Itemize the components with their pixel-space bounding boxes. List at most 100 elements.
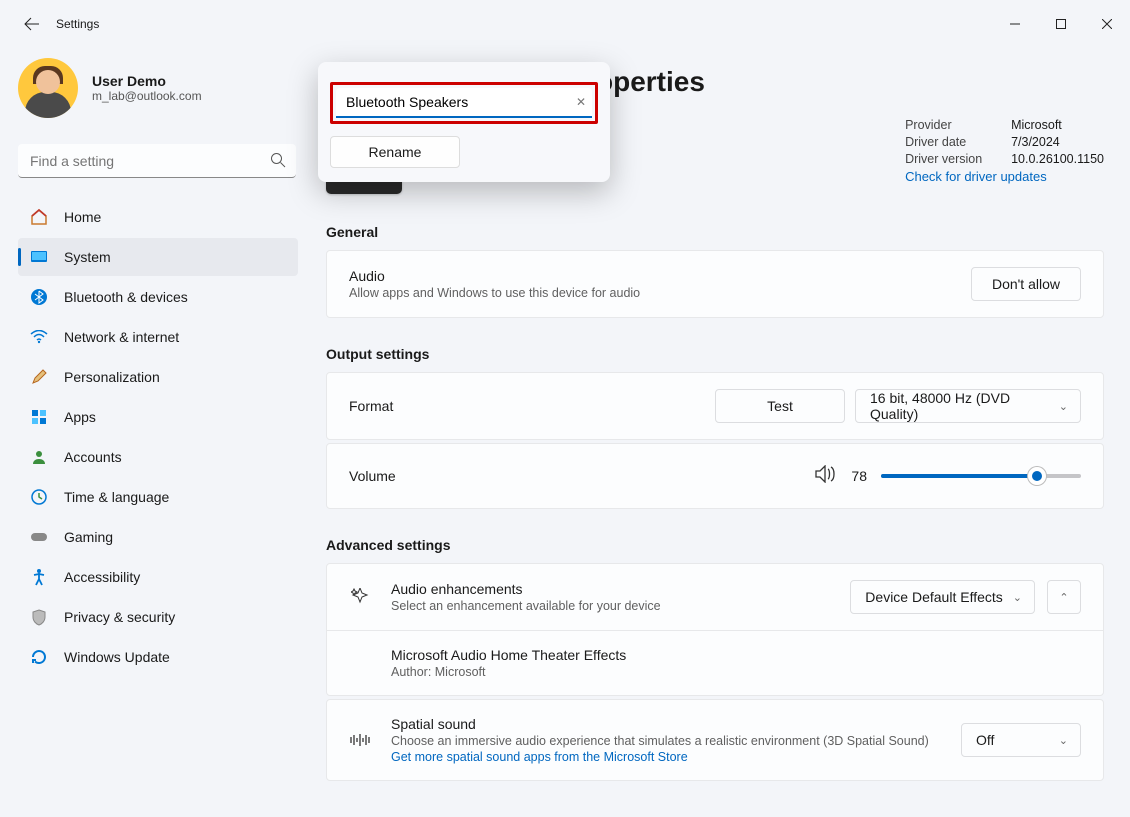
window-title: Settings — [56, 17, 99, 31]
minimize-button[interactable] — [992, 8, 1038, 40]
speaker-icon[interactable] — [815, 465, 837, 488]
search-icon — [270, 152, 286, 173]
provider-label: Provider — [905, 118, 995, 132]
audio-title: Audio — [349, 268, 640, 284]
arrow-left-icon — [24, 16, 40, 32]
spatial-desc: Choose an immersive audio experience tha… — [391, 734, 929, 748]
sidebar-item-accessibility[interactable]: Accessibility — [18, 558, 298, 596]
sidebar-item-gaming[interactable]: Gaming — [18, 518, 298, 556]
enhancements-title: Audio enhancements — [391, 581, 661, 597]
theater-title: Microsoft Audio Home Theater Effects — [391, 647, 626, 663]
sidebar-item-time[interactable]: Time & language — [18, 478, 298, 516]
sidebar-item-label: Windows Update — [64, 649, 170, 665]
sidebar-item-home[interactable]: Home — [18, 198, 298, 236]
section-general-label: General — [326, 224, 1104, 240]
system-icon — [30, 248, 48, 266]
driver-date-label: Driver date — [905, 135, 995, 149]
clear-icon[interactable]: ✕ — [576, 95, 586, 109]
sidebar-item-label: Privacy & security — [64, 609, 175, 625]
spatial-title: Spatial sound — [391, 716, 929, 732]
sidebar-item-label: Home — [64, 209, 101, 225]
sidebar-item-label: Bluetooth & devices — [64, 289, 188, 305]
card-audio: Audio Allow apps and Windows to use this… — [326, 250, 1104, 318]
sidebar-item-accounts[interactable]: Accounts — [18, 438, 298, 476]
volume-slider[interactable] — [881, 474, 1081, 478]
sidebar-item-label: Personalization — [64, 369, 160, 385]
driver-version-value: 10.0.26100.1150 — [1011, 152, 1104, 166]
shield-icon — [30, 608, 48, 626]
sidebar-item-label: Apps — [64, 409, 96, 425]
section-advanced-label: Advanced settings — [326, 537, 1104, 553]
sidebar-item-label: Time & language — [64, 489, 169, 505]
sidebar-item-label: Accessibility — [64, 569, 140, 585]
user-email: m_lab@outlook.com — [92, 89, 202, 103]
enhancements-value: Device Default Effects — [865, 589, 1002, 605]
sidebar-item-label: Network & internet — [64, 329, 179, 345]
home-icon — [30, 208, 48, 226]
provider-value: Microsoft — [1011, 118, 1062, 132]
audio-desc: Allow apps and Windows to use this devic… — [349, 286, 640, 300]
close-button[interactable] — [1084, 8, 1130, 40]
spatial-sound-icon — [349, 733, 371, 747]
avatar — [18, 58, 78, 118]
maximize-button[interactable] — [1038, 8, 1084, 40]
search-field[interactable] — [18, 144, 296, 178]
sidebar-item-network[interactable]: Network & internet — [18, 318, 298, 356]
wifi-icon — [30, 328, 48, 346]
enhancements-desc: Select an enhancement available for your… — [391, 599, 661, 613]
brush-icon — [30, 368, 48, 386]
rename-input[interactable] — [336, 88, 592, 118]
accessibility-icon — [30, 568, 48, 586]
sparkle-icon — [349, 588, 371, 606]
sidebar-item-label: System — [64, 249, 111, 265]
user-profile[interactable]: User Demo m_lab@outlook.com — [18, 48, 298, 138]
nav: Home System Bluetooth & devices Network … — [18, 198, 298, 676]
driver-info: ProviderMicrosoft Driver date7/3/2024 Dr… — [905, 118, 1104, 184]
format-value: 16 bit, 48000 Hz (DVD Quality) — [870, 390, 1049, 422]
card-volume: Volume 78 — [326, 443, 1104, 509]
format-dropdown[interactable]: 16 bit, 48000 Hz (DVD Quality) ⌄ — [855, 389, 1081, 423]
dont-allow-button[interactable]: Don't allow — [971, 267, 1081, 301]
search-input[interactable] — [18, 144, 296, 178]
window-controls — [992, 8, 1130, 40]
format-label: Format — [349, 398, 393, 414]
sidebar-item-label: Gaming — [64, 529, 113, 545]
test-button[interactable]: Test — [715, 389, 845, 423]
chevron-down-icon: ⌄ — [1059, 734, 1068, 747]
card-enhancements: Audio enhancements Select an enhancement… — [326, 563, 1104, 696]
back-button[interactable] — [12, 4, 52, 44]
apps-icon — [30, 408, 48, 426]
volume-label: Volume — [349, 468, 396, 484]
check-for-updates-link[interactable]: Check for driver updates — [905, 169, 1104, 184]
card-spatial: Spatial sound Choose an immersive audio … — [326, 699, 1104, 781]
spatial-value: Off — [976, 732, 994, 748]
sidebar-item-system[interactable]: System — [18, 238, 298, 276]
chevron-down-icon: ⌄ — [1059, 400, 1068, 413]
sidebar-item-update[interactable]: Windows Update — [18, 638, 298, 676]
driver-version-label: Driver version — [905, 152, 995, 166]
sidebar-item-apps[interactable]: Apps — [18, 398, 298, 436]
user-name: User Demo — [92, 73, 202, 89]
bluetooth-icon — [30, 288, 48, 306]
theater-author: Author: Microsoft — [391, 665, 626, 679]
title-bar: Settings — [0, 0, 1130, 48]
sidebar-item-privacy[interactable]: Privacy & security — [18, 598, 298, 636]
chevron-up-icon: ⌃ — [1059, 591, 1068, 604]
sidebar: User Demo m_lab@outlook.com Home System … — [0, 48, 310, 817]
sidebar-item-bluetooth[interactable]: Bluetooth & devices — [18, 278, 298, 316]
chevron-down-icon: ⌄ — [1013, 591, 1022, 604]
rename-popup: ✕ Rename — [318, 62, 610, 182]
spatial-store-link[interactable]: Get more spatial sound apps from the Mic… — [391, 750, 929, 764]
person-icon — [30, 448, 48, 466]
rename-field-highlight — [330, 82, 598, 124]
sidebar-item-label: Accounts — [64, 449, 122, 465]
card-format: Format Test 16 bit, 48000 Hz (DVD Qualit… — [326, 372, 1104, 440]
rename-button[interactable]: Rename — [330, 136, 460, 168]
section-output-label: Output settings — [326, 346, 1104, 362]
collapse-button[interactable]: ⌃ — [1047, 580, 1081, 614]
gamepad-icon — [30, 528, 48, 546]
sidebar-item-personalization[interactable]: Personalization — [18, 358, 298, 396]
enhancements-dropdown[interactable]: Device Default Effects ⌄ — [850, 580, 1035, 614]
update-icon — [30, 648, 48, 666]
spatial-dropdown[interactable]: Off ⌄ — [961, 723, 1081, 757]
